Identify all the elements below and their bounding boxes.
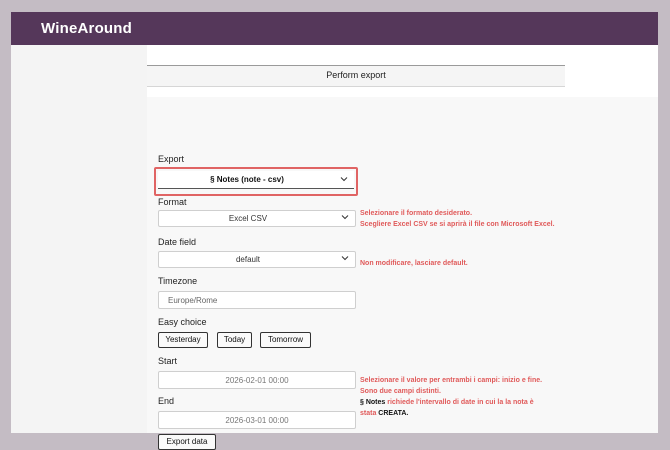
timezone-label: Timezone: [158, 276, 198, 286]
range-note-4-text: stata: [360, 410, 379, 417]
range-note-1: Selezionare il valore per entrambi i cam…: [360, 377, 543, 384]
date-field-select-value: default: [235, 255, 261, 264]
date-field-label: Date field: [158, 237, 197, 247]
start-label: Start: [158, 356, 178, 366]
sidebar: [11, 45, 147, 433]
timezone-value: Europe/Rome: [168, 296, 218, 305]
chevron-down-icon: [340, 175, 348, 183]
export-label: Export: [158, 154, 185, 164]
date-field-select[interactable]: default: [158, 251, 356, 268]
page-title: Perform export: [326, 70, 386, 80]
chevron-down-icon: [341, 254, 349, 262]
end-label: End: [158, 396, 175, 406]
end-input[interactable]: 2026-03-01 00:00: [158, 411, 356, 429]
chevron-down-icon: [341, 213, 349, 221]
top-navbar: WineAround: [11, 12, 658, 45]
main-content: Perform export Export § Notes (note - cs…: [147, 45, 658, 450]
page-title-bar: Perform export: [147, 65, 565, 87]
format-select-value: Excel CSV: [228, 214, 268, 223]
format-select[interactable]: Excel CSV: [158, 210, 356, 227]
range-note-3-prefix: § Notes: [360, 399, 386, 406]
range-note-4: stata CREATA.: [360, 408, 408, 419]
export-select-value: § Notes (note - csv): [210, 175, 284, 184]
format-note-1: Selezionare il formato desiderato.: [360, 210, 473, 217]
export-data-button[interactable]: Export data: [158, 434, 216, 450]
export-form: Export § Notes (note - csv) Format Excel…: [147, 97, 658, 450]
start-value: 2026-02-01 00:00: [225, 376, 289, 385]
end-value: 2026-03-01 00:00: [225, 416, 289, 425]
export-select[interactable]: § Notes (note - csv): [158, 171, 354, 189]
brand-logo[interactable]: WineAround: [41, 20, 132, 37]
today-button[interactable]: Today: [217, 332, 252, 348]
format-label: Format: [158, 197, 187, 207]
easy-choice-label: Easy choice: [158, 317, 207, 327]
timezone-input[interactable]: Europe/Rome: [158, 291, 356, 309]
date-field-note: Non modificare, lasciare default.: [360, 260, 468, 267]
yesterday-button[interactable]: Yesterday: [158, 332, 208, 348]
start-input[interactable]: 2026-02-01 00:00: [158, 371, 356, 389]
range-note-3-text: richiede l'intervallo di date in cui la …: [385, 399, 534, 406]
range-note-3: § Notes richiede l'intervallo di date in…: [360, 397, 534, 408]
range-note-4-emph: CREATA.: [378, 410, 409, 417]
range-note-2: Sono due campi distinti.: [360, 388, 441, 395]
tomorrow-button[interactable]: Tomorrow: [260, 332, 311, 348]
format-note-2: Scegliere Excel CSV se si aprirà il file…: [360, 221, 555, 228]
app-window: WineAround Perform export Export § Notes…: [11, 12, 658, 450]
